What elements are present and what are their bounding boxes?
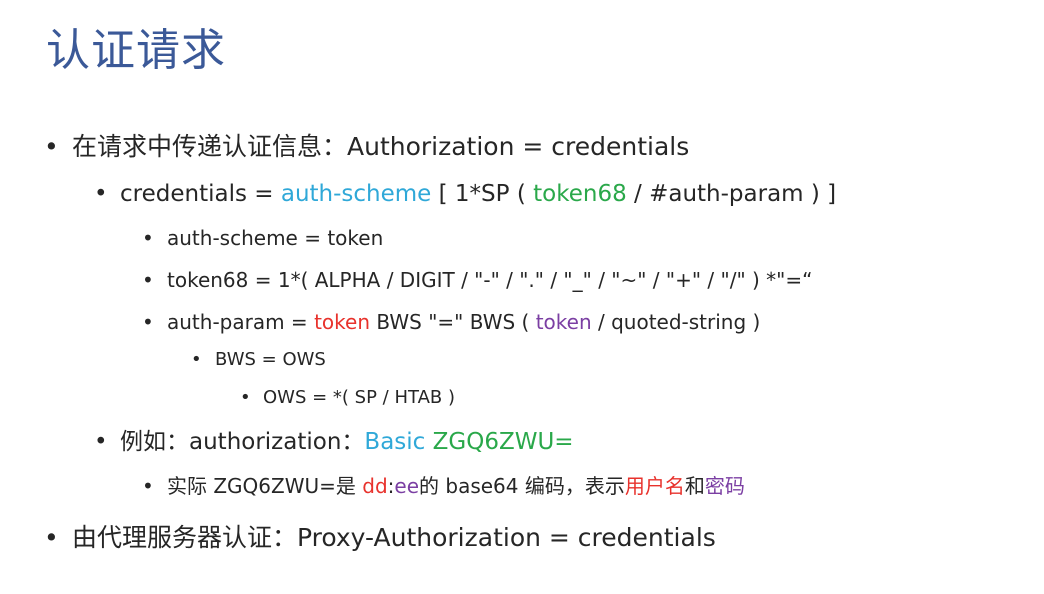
auth-param-mid: BWS "=" BWS ( (370, 310, 536, 334)
proxy-authorization-line: 由代理服务器认证：Proxy-Authorization = credentia… (72, 523, 716, 552)
auth-scheme-term: auth-scheme (280, 181, 432, 207)
explanation-prefix: 实际 ZGQ6ZWU=是 (167, 474, 363, 498)
auth-param-suffix: / quoted-string ) (591, 310, 761, 334)
example-line: 例如：authorization：Basic ZGQ6ZWU= (120, 431, 574, 454)
example-space (425, 429, 432, 455)
credentials-mid: [ 1*SP ( (431, 181, 534, 207)
bullet-marker: • (94, 181, 108, 207)
auth-scheme-line: auth-scheme = token (167, 226, 384, 250)
auth-param-prefix: auth-param = (167, 310, 315, 334)
bullet-marker: • (240, 387, 251, 408)
bullet-marker: • (142, 268, 154, 292)
username-term: 用户名 (624, 474, 685, 498)
credentials-prefix: credentials = (120, 181, 281, 207)
ee-term: ee (394, 474, 420, 498)
token-term-red: token (314, 310, 370, 334)
bullet-marker: • (142, 226, 154, 250)
credentials-suffix: / #auth-param ) ] (626, 181, 837, 207)
explanation-mid: 的 base64 编码，表示 (419, 474, 625, 498)
bullet-marker: • (191, 349, 202, 370)
bws-line: BWS = OWS (215, 349, 326, 370)
basic-term: Basic (364, 429, 426, 455)
auth-param-line: auth-param = token BWS "=" BWS ( token /… (167, 312, 760, 332)
encoded-value: ZGQ6ZWU= (432, 429, 574, 455)
bullet-marker: • (44, 132, 59, 161)
bullet-marker: • (44, 523, 59, 552)
and-term: 和 (684, 474, 705, 498)
bullet-marker: • (142, 310, 154, 334)
explanation-line: 实际 ZGQ6ZWU=是 dd:ee的 base64 编码，表示用户名和密码 (167, 476, 745, 496)
page-title: 认证请求 (46, 25, 226, 76)
token-term-purple: token (535, 310, 592, 334)
credentials-line: credentials = auth-scheme [ 1*SP ( token… (120, 183, 836, 206)
ows-line: OWS = *( SP / HTAB ) (263, 387, 455, 408)
token68-line: token68 = 1*( ALPHA / DIGIT / "-" / "." … (167, 268, 813, 292)
token68-term: token68 (533, 181, 627, 207)
authorization-line: 在请求中传递认证信息：Authorization = credentials (72, 132, 690, 161)
example-prefix: 例如：authorization： (120, 429, 365, 455)
bullet-marker: • (94, 429, 108, 455)
bullet-marker: • (142, 474, 154, 498)
password-term: 密码 (704, 474, 745, 498)
dd-term: dd (362, 474, 388, 498)
